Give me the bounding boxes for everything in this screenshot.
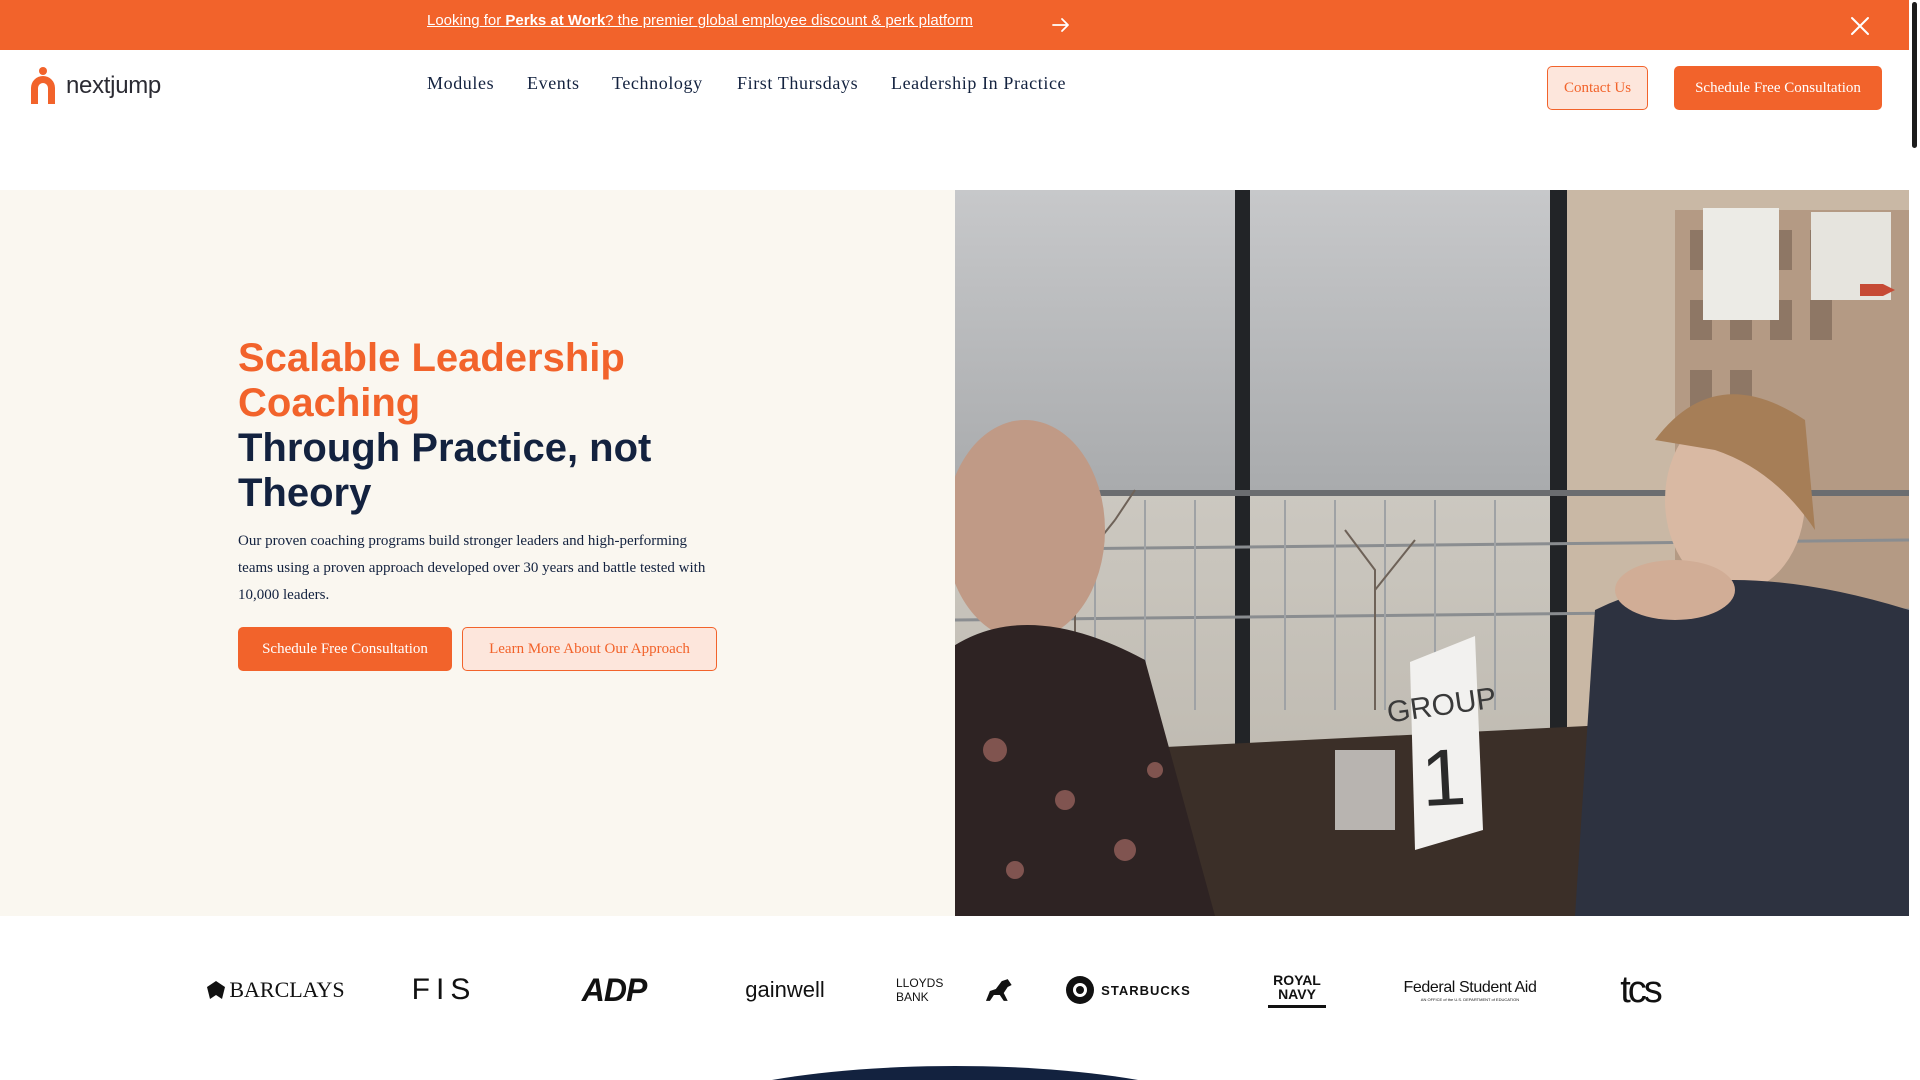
learn-more-approach-button[interactable]: Learn More About Our Approach	[462, 627, 717, 671]
hero-title-dark: Through Practice, not Theory	[238, 426, 652, 515]
hero-description: Our proven coaching programs build stron…	[238, 533, 706, 603]
royal-navy-underline	[1268, 1004, 1326, 1008]
close-icon[interactable]	[1850, 16, 1870, 36]
hero-title: Scalable Leadership Coaching Through Pra…	[238, 336, 758, 516]
fsa-wordmark: Federal Student Aid	[1403, 978, 1537, 996]
siren-icon	[1066, 976, 1095, 1004]
nav-item-technology[interactable]: Technology	[612, 73, 703, 94]
royal-navy-wordmark-line1: ROYAL	[1273, 971, 1321, 988]
arrow-right-icon[interactable]	[1051, 15, 1071, 35]
starbucks-wordmark: STARBUCKS	[1101, 982, 1191, 998]
nav-item-events[interactable]: Events	[527, 73, 580, 94]
client-logo-lloyds: LLOYDS BANK	[896, 965, 1014, 1015]
announcement-link[interactable]: Looking for Perks at Work? the premier g…	[427, 12, 973, 29]
hero-title-accent: Scalable Leadership Coaching	[238, 336, 625, 425]
hero-schedule-consultation-button[interactable]: Schedule Free Consultation	[238, 627, 452, 671]
adp-wordmark: ADP	[581, 971, 648, 1008]
announcement-bar: Looking for Perks at Work? the premier g…	[0, 0, 1909, 50]
client-logo-barclays: BARCLAYS	[205, 965, 345, 1015]
client-logo-starbucks: STARBUCKS	[1062, 965, 1194, 1015]
coaching-session-photo: GROUP 1	[955, 190, 1909, 916]
barclays-wordmark: BARCLAYS	[229, 977, 345, 1002]
header-schedule-consultation-button[interactable]: Schedule Free Consultation	[1674, 66, 1882, 110]
announcement-bold: Perks at Work	[505, 12, 606, 29]
announcement-suffix: ? the premier global employee discount &…	[605, 12, 973, 29]
nextjump-logo[interactable]: nextjump	[28, 66, 161, 106]
client-logo-gainwell: gainwell	[735, 965, 835, 1015]
eagle-icon	[207, 981, 226, 999]
scrollbar-thumb[interactable]	[1912, 2, 1917, 148]
royal-navy-wordmark-line2: NAVY	[1278, 985, 1316, 1002]
announcement-prefix: Looking for	[427, 12, 506, 29]
client-logo-adp: ADP	[572, 965, 656, 1015]
hero-photo: GROUP 1	[955, 190, 1909, 916]
gainwell-wordmark: gainwell	[745, 977, 825, 1002]
client-logo-tcs: tcs	[1610, 965, 1670, 1015]
nextjump-logo-icon	[31, 67, 55, 104]
nav-item-first-thursdays[interactable]: First Thursdays	[737, 73, 858, 94]
lloyds-wordmark: LLOYDS BANK	[896, 976, 944, 1004]
tcs-wordmark: tcs	[1620, 968, 1663, 1011]
fis-wordmark: FIS	[411, 973, 477, 1006]
nav-item-modules[interactable]: Modules	[427, 73, 494, 94]
fsa-subtitle: AN OFFICE of the U.S. DEPARTMENT of EDUC…	[1420, 996, 1520, 1002]
photo-sign-text-number: 1	[1419, 732, 1468, 823]
client-logo-fis: FIS	[400, 965, 488, 1015]
page-scrollbar[interactable]	[1909, 0, 1920, 1080]
nav-item-leadership-in-practice[interactable]: Leadership In Practice	[891, 73, 1066, 94]
logo-wordmark: nextjump	[66, 72, 161, 99]
contact-us-button[interactable]: Contact Us	[1547, 66, 1648, 110]
client-logo-royal-navy: ROYAL NAVY	[1262, 965, 1332, 1015]
horse-icon	[986, 979, 1013, 1001]
client-logo-federal-student-aid: Federal Student Aid AN OFFICE of the U.S…	[1400, 965, 1540, 1015]
